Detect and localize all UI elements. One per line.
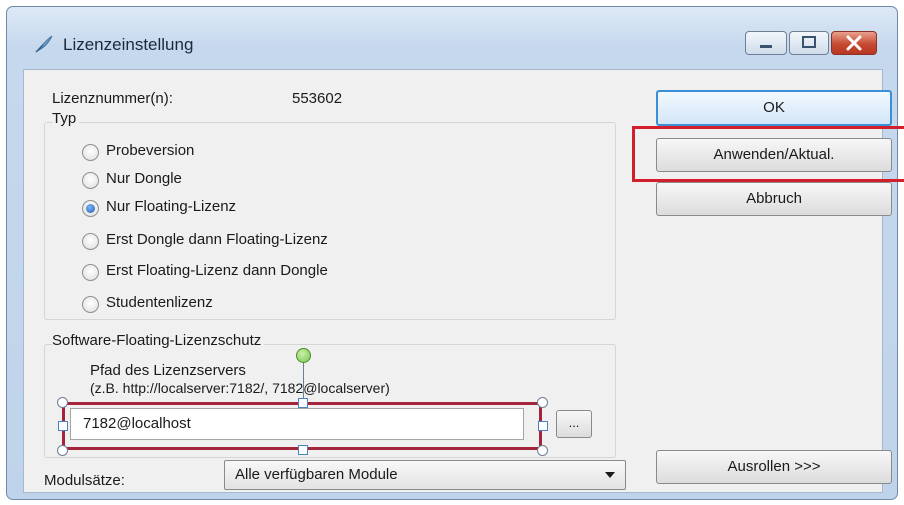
selection-handle-bottom-right[interactable] — [537, 445, 548, 456]
close-button[interactable] — [831, 31, 877, 55]
radio-label-erst-dongle-dann-floating: Erst Dongle dann Floating-Lizenz — [106, 231, 328, 248]
close-icon — [846, 35, 862, 51]
selection-handle-top[interactable] — [298, 398, 308, 408]
license-number-value: 553602 — [292, 90, 343, 107]
server-path-input[interactable]: 7182@localhost — [70, 408, 524, 440]
radio-nur-dongle[interactable] — [82, 172, 99, 189]
minimize-button[interactable] — [745, 31, 787, 55]
modules-selected-value: Alle verfügbaren Module — [235, 466, 398, 483]
server-path-label: Pfad des Lizenzservers — [90, 362, 246, 379]
title-bar[interactable]: Lizenzeinstellung — [7, 7, 897, 69]
type-group-legend: Typ — [52, 110, 80, 127]
selection-anchor-line — [303, 360, 304, 402]
server-path-hint: (z.B. http://localserver:7182/, 7182@loc… — [90, 380, 390, 396]
radio-label-erst-floating-dann-dongle: Erst Floating-Lizenz dann Dongle — [106, 262, 328, 279]
dialog-client-area: Lizenznummer(n): 553602 Typ Probeversion… — [23, 69, 904, 493]
minimize-icon — [760, 45, 772, 48]
cancel-button[interactable]: Abbruch — [656, 182, 892, 216]
modules-dropdown[interactable]: Alle verfügbaren Module — [224, 460, 626, 490]
selection-handle-bottom[interactable] — [298, 445, 308, 455]
radio-label-studentenlizenz: Studentenlizenz — [106, 294, 213, 311]
radio-label-nur-dongle: Nur Dongle — [106, 170, 182, 187]
chevron-down-icon — [605, 472, 615, 478]
radio-label-nur-floating-lizenz: Nur Floating-Lizenz — [106, 198, 237, 215]
radio-erst-floating-dann-dongle[interactable] — [82, 264, 99, 281]
radio-probeversion[interactable] — [82, 144, 99, 161]
maximize-icon — [802, 36, 816, 48]
rotate-handle[interactable] — [296, 348, 311, 363]
modules-label: Modulsätze: — [44, 472, 125, 489]
floating-group-legend: Software-Floating-Lizenzschutz — [52, 332, 265, 349]
radio-label-probeversion: Probeversion — [106, 142, 195, 159]
radio-studentenlizenz[interactable] — [82, 296, 99, 313]
selection-handle-bottom-left[interactable] — [57, 445, 68, 456]
ok-button[interactable]: OK — [656, 90, 892, 126]
radio-erst-dongle-dann-floating[interactable] — [82, 233, 99, 250]
selection-handle-left[interactable] — [58, 421, 68, 431]
maximize-button[interactable] — [789, 31, 829, 55]
selection-handle-right[interactable] — [538, 421, 548, 431]
selection-handle-top-right[interactable] — [537, 397, 548, 408]
app-feather-icon — [35, 35, 53, 53]
browse-server-button[interactable]: ... — [556, 410, 592, 438]
expand-button[interactable]: Ausrollen >>> — [656, 450, 892, 484]
radio-nur-floating-lizenz[interactable] — [82, 200, 99, 217]
license-settings-window: Lizenzeinstellung Lizenznummer(n): 55360… — [6, 6, 904, 500]
window-title: Lizenzeinstellung — [63, 35, 194, 54]
apply-button-highlight — [632, 126, 904, 182]
license-number-label: Lizenznummer(n): — [52, 90, 173, 107]
selection-handle-top-left[interactable] — [57, 397, 68, 408]
